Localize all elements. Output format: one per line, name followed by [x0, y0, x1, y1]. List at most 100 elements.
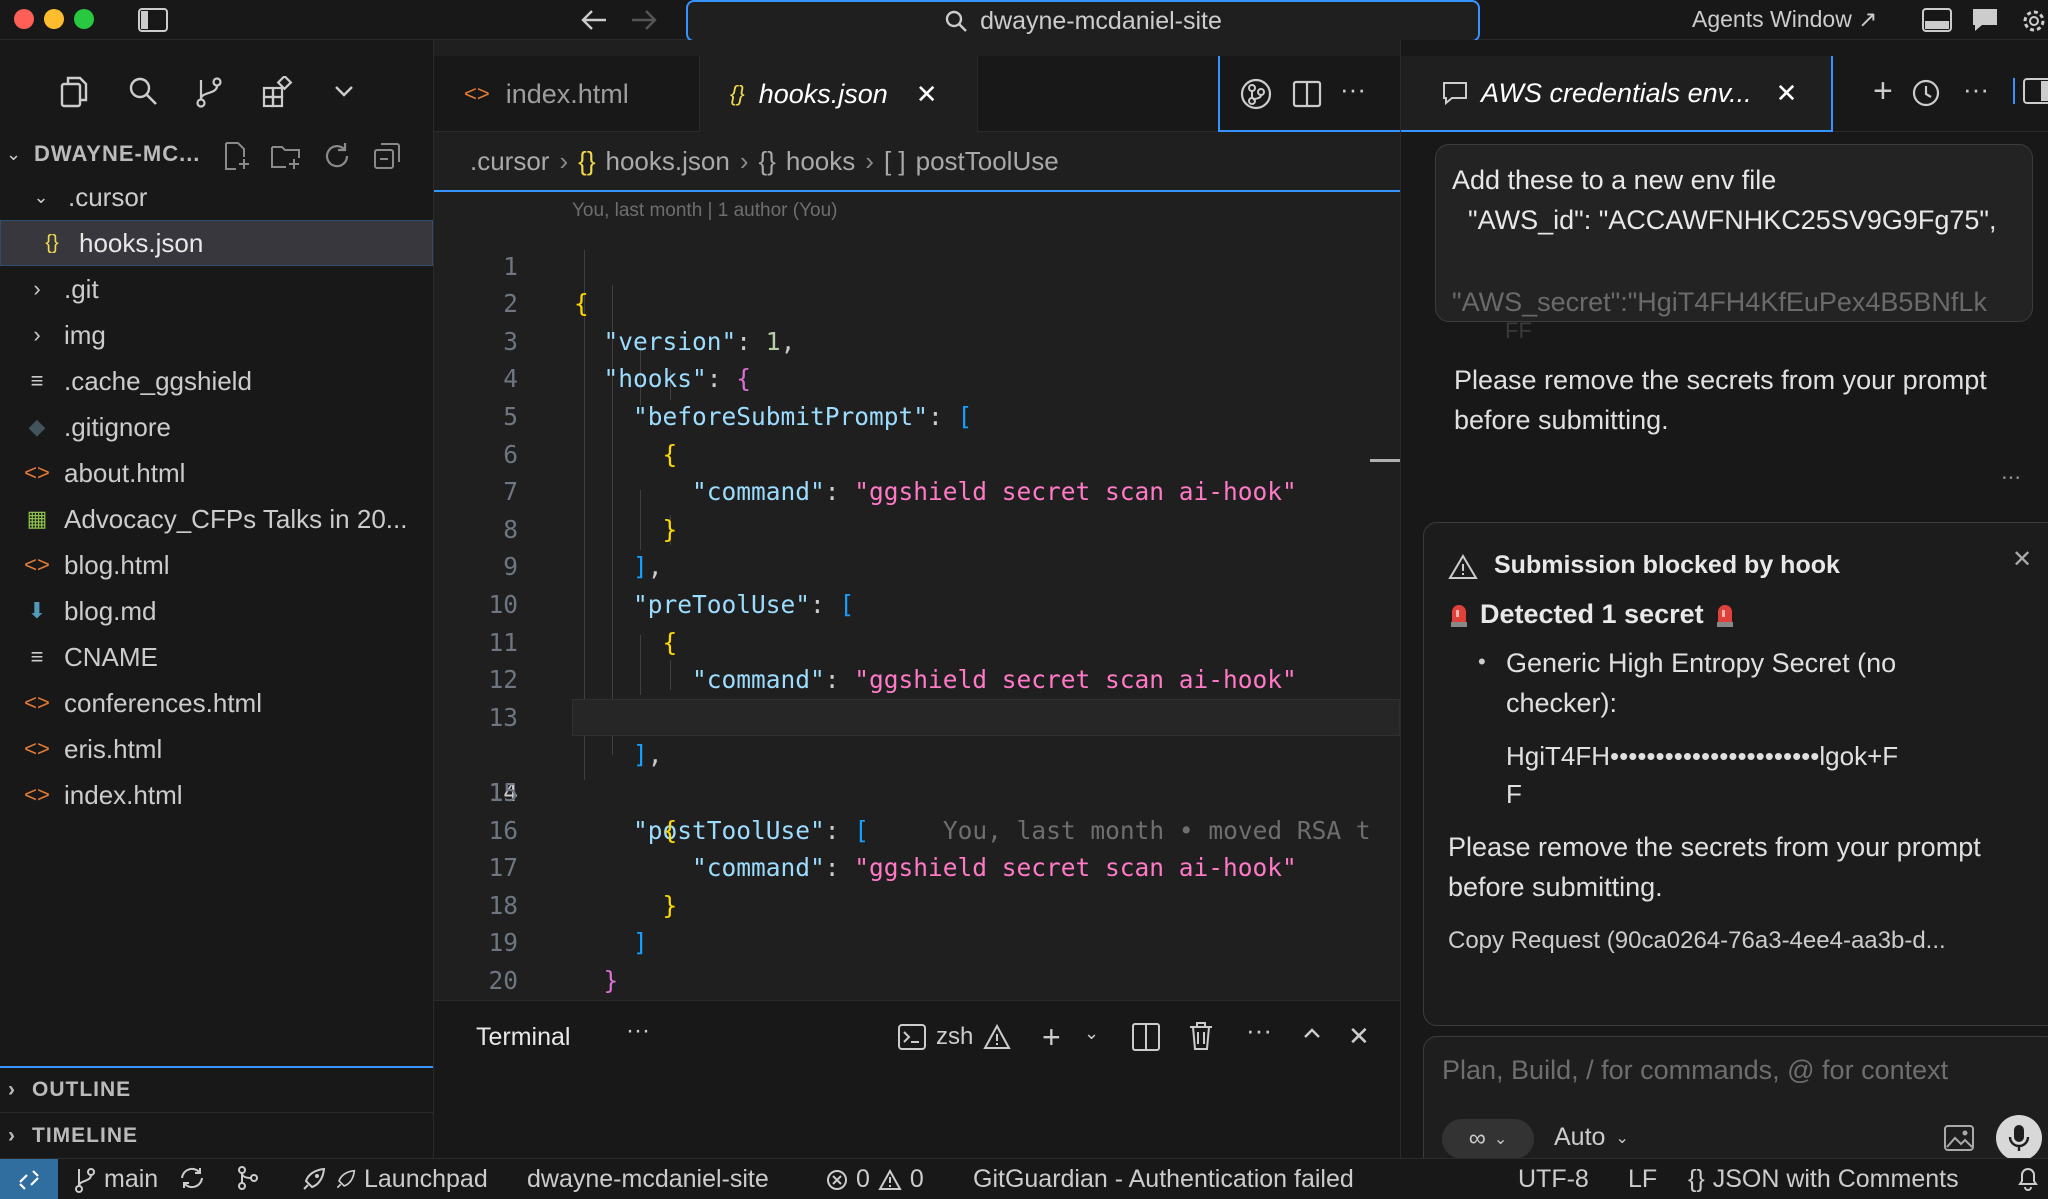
tree-item-label: img	[64, 319, 106, 350]
chevron-right-icon: ›	[33, 322, 41, 347]
chat-input-box[interactable]: Plan, Build, / for commands, @ for conte…	[1423, 1036, 2048, 1176]
collapse-all-icon[interactable]	[372, 141, 402, 171]
chevron-right-icon: ›	[8, 1078, 16, 1101]
new-file-icon[interactable]	[222, 141, 252, 171]
extensions-icon[interactable]	[262, 76, 294, 108]
outline-section[interactable]: › OUTLINE	[0, 1066, 433, 1112]
source-control-icon[interactable]	[194, 76, 224, 108]
split-editor-icon[interactable]	[1292, 80, 1322, 108]
close-panel-icon[interactable]: ✕	[1348, 1021, 1370, 1052]
new-terminal-icon[interactable]: +	[1042, 1019, 1061, 1056]
chevron-down-icon[interactable]: ⌄	[1084, 1023, 1099, 1044]
tree-file-index-html[interactable]: <> index.html	[0, 772, 433, 818]
code-line: 3 "hooks": {	[434, 285, 1400, 394]
forward-arrow-icon[interactable]	[630, 8, 658, 32]
chat-icon[interactable]	[1970, 7, 2000, 33]
new-chat-icon[interactable]: +	[1873, 72, 1893, 111]
problems-indicator[interactable]: 0 0	[826, 1165, 924, 1194]
toggle-sidebar-icon[interactable]	[138, 8, 168, 32]
tree-file-advocacy[interactable]: ▦ Advocacy_CFPs Talks in 20...	[0, 496, 433, 542]
git-graph-icon[interactable]	[236, 1165, 260, 1191]
tree-item-label: .git	[64, 273, 99, 304]
code-line: 7 }	[434, 436, 1400, 544]
tab-label: hooks.json	[758, 78, 888, 109]
branch-indicator[interactable]: main	[74, 1165, 158, 1194]
command-center-search[interactable]: dwayne-mcdaniel-site	[686, 0, 1480, 42]
repo-name[interactable]: dwayne-mcdaniel-site	[527, 1165, 769, 1194]
maximize-panel-icon[interactable]	[1302, 1023, 1322, 1043]
remote-indicator[interactable]	[0, 1159, 58, 1199]
image-attach-icon[interactable]	[1944, 1125, 1974, 1151]
chevron-down-icon[interactable]	[334, 84, 354, 98]
more-actions-icon[interactable]: ···	[1246, 1015, 1272, 1046]
tree-file-cname[interactable]: ≡ CNAME	[0, 634, 433, 680]
sync-icon[interactable]	[178, 1165, 206, 1191]
agent-mode-selector[interactable]: ∞ ⌄	[1442, 1119, 1534, 1159]
terminal-more-icon[interactable]: ···	[626, 1017, 650, 1045]
more-actions-icon[interactable]: ···	[1963, 74, 1989, 105]
new-folder-icon[interactable]	[270, 141, 302, 171]
encoding-indicator[interactable]: UTF-8	[1518, 1165, 1589, 1194]
back-arrow-icon[interactable]	[580, 8, 608, 32]
close-tab-icon[interactable]: ✕	[916, 79, 938, 110]
model-selector[interactable]: Auto ⌄	[1554, 1123, 1629, 1152]
toggle-secondary-sidebar-icon[interactable]	[2013, 78, 2048, 104]
breadcrumb-item[interactable]: postToolUse	[916, 146, 1059, 177]
tab-hooks-json[interactable]: {} hooks.json ✕	[700, 56, 978, 132]
maximize-window-button[interactable]	[74, 9, 94, 29]
chat-tab-aws-credentials[interactable]: AWS credentials env... ✕	[1401, 56, 1833, 132]
git-compare-icon[interactable]	[1240, 78, 1272, 110]
tree-file-blog-html[interactable]: <> blog.html	[0, 542, 433, 588]
tree-file-about-html[interactable]: <> about.html	[0, 450, 433, 496]
close-tab-icon[interactable]: ✕	[1776, 78, 1798, 109]
code-line: 15 {	[434, 736, 1400, 845]
language-mode[interactable]: {} JSON with Comments	[1688, 1165, 1959, 1194]
search-icon[interactable]	[128, 76, 158, 106]
tab-index-html[interactable]: <> index.html	[434, 56, 700, 132]
html-icon: <>	[24, 552, 50, 577]
notifications-bell-icon[interactable]	[2016, 1165, 2040, 1191]
warning-count: 0	[909, 1165, 924, 1193]
breadcrumb-item[interactable]: .cursor	[470, 146, 549, 177]
tree-file-conferences-html[interactable]: <> conferences.html	[0, 680, 433, 726]
chat-input-placeholder: Plan, Build, / for commands, @ for conte…	[1442, 1055, 1949, 1085]
breadcrumb-item[interactable]: hooks	[786, 146, 855, 177]
siren-icon	[1714, 602, 1736, 628]
tree-folder-cursor[interactable]: ⌄ .cursor	[0, 174, 433, 220]
breadcrumb-item[interactable]: hooks.json	[606, 146, 730, 177]
microphone-button[interactable]	[1996, 1115, 2042, 1161]
tree-item-label: about.html	[64, 457, 186, 488]
tree-folder-git[interactable]: › .git	[0, 266, 433, 312]
message-more-icon[interactable]: ...	[2001, 458, 2021, 486]
explorer-root-folder[interactable]: ⌄ DWAYNE-MC...	[0, 131, 433, 177]
tree-file-cache-ggshield[interactable]: ≡ .cache_ggshield	[0, 358, 433, 404]
agents-window-link[interactable]: Agents Window ↗	[1692, 6, 1877, 33]
settings-gear-icon[interactable]	[2020, 7, 2048, 35]
user-message-card[interactable]: Add these to a new env file "AWS_id": "A…	[1435, 144, 2033, 322]
copy-request-link[interactable]: Copy Request (90ca0264-76a3-4ee4-aa3b-d.…	[1448, 927, 1946, 955]
explorer-files-icon[interactable]	[60, 76, 88, 108]
timeline-section[interactable]: › TIMELINE	[0, 1112, 433, 1158]
tree-file-blog-md[interactable]: ⬇ blog.md	[0, 588, 433, 634]
tree-file-hooks-json[interactable]: {} hooks.json	[0, 220, 433, 266]
launchpad-button[interactable]: Launchpad	[300, 1165, 488, 1194]
tree-file-eris-html[interactable]: <> eris.html	[0, 726, 433, 772]
gitguardian-status[interactable]: GitGuardian - Authentication failed	[973, 1165, 1354, 1194]
terminal-tab-title[interactable]: Terminal	[476, 1023, 570, 1052]
json-braces-icon: {}	[1688, 1165, 1705, 1193]
terminal-shell-selector[interactable]: zsh	[898, 1023, 1012, 1051]
tree-file-gitignore[interactable]: ◆ .gitignore	[0, 404, 433, 450]
history-clock-icon[interactable]	[1911, 78, 1941, 108]
code-line: 6 "command": "ggshield secret scan ai-ho…	[434, 398, 1400, 507]
more-actions-icon[interactable]: ···	[1340, 74, 1366, 105]
eol-indicator[interactable]: LF	[1628, 1165, 1657, 1194]
refresh-icon[interactable]	[322, 141, 352, 171]
close-window-button[interactable]	[14, 9, 34, 29]
tree-folder-img[interactable]: › img	[0, 312, 433, 358]
split-terminal-icon[interactable]	[1132, 1023, 1160, 1051]
toggle-panel-icon[interactable]	[1922, 8, 1952, 32]
external-arrow-icon: ↗	[1858, 6, 1878, 32]
minimize-window-button[interactable]	[44, 9, 64, 29]
close-icon[interactable]: ✕	[2012, 545, 2032, 574]
trash-icon[interactable]	[1188, 1021, 1214, 1051]
